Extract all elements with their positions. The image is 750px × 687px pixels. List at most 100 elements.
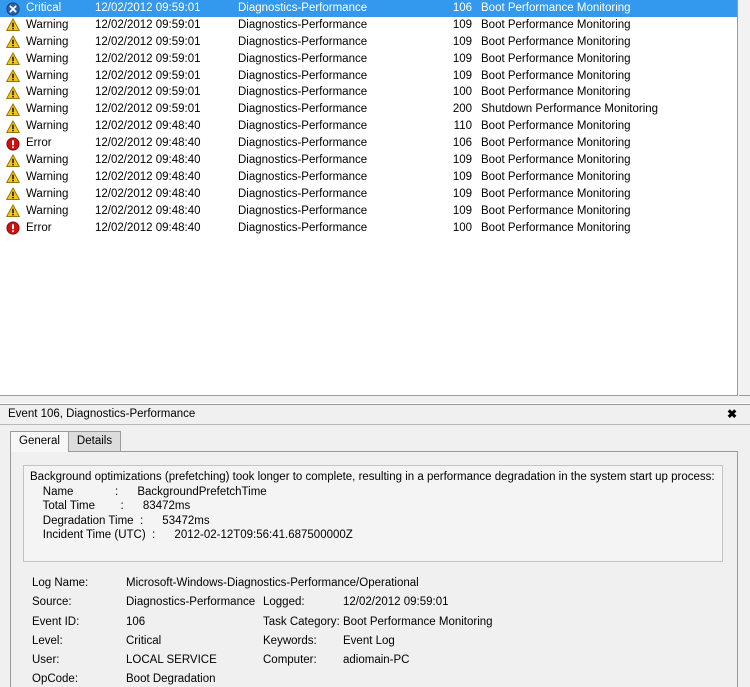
row-source: Diagnostics-Performance xyxy=(238,187,368,200)
metadata-value: LOCAL SERVICE xyxy=(126,654,217,667)
row-task-category: Shutdown Performance Monitoring xyxy=(481,103,659,116)
error-icon xyxy=(6,221,20,235)
row-datetime: 12/02/2012 09:48:40 xyxy=(95,221,201,234)
detail-header: Event 106, Diagnostics-Performance ✖ xyxy=(0,404,750,425)
warning-icon xyxy=(6,17,22,34)
row-task-category: Boot Performance Monitoring xyxy=(481,137,631,150)
event-detail-pane: Event 106, Diagnostics-Performance ✖ Gen… xyxy=(0,403,750,687)
event-viewer-window: Critical 12/02/2012 09:59:01 Diagnostics-P… xyxy=(0,0,750,687)
row-source: Diagnostics-Performance xyxy=(238,170,368,183)
row-task-category: Boot Performance Monitoring xyxy=(481,221,631,234)
table-row[interactable]: Warning 12/02/2012 09:59:01 Diagnostics-Pe… xyxy=(0,51,737,68)
warning-icon xyxy=(6,153,22,170)
row-level: Critical xyxy=(26,2,62,14)
row-datetime: 12/02/2012 09:59:01 xyxy=(95,86,201,99)
metadata-label: Log Name: xyxy=(32,577,89,589)
row-event-id: 106 xyxy=(452,137,472,150)
row-event-id: 100 xyxy=(452,86,472,99)
warning-icon xyxy=(6,102,22,119)
row-level: Warning xyxy=(26,204,69,217)
table-row[interactable]: Warning 12/02/2012 09:59:01 Diagnostics-Pe… xyxy=(0,84,737,101)
row-event-id: 109 xyxy=(452,154,472,167)
tab-general[interactable]: General xyxy=(10,431,69,452)
table-row[interactable]: Warning 12/02/2012 09:59:01 Diagnostics-Pe… xyxy=(0,34,737,51)
warning-icon xyxy=(6,203,22,220)
row-task-category: Boot Performance Monitoring xyxy=(481,204,631,217)
row-task-category: Boot Performance Monitoring xyxy=(481,154,631,167)
row-datetime: 12/02/2012 09:59:01 xyxy=(95,18,201,31)
metadata-value: 106 xyxy=(126,615,146,628)
row-level: Warning xyxy=(26,187,69,200)
event-message-box[interactable]: Background optimizations (prefetching) t… xyxy=(23,465,723,562)
table-row[interactable]: Critical 12/02/2012 09:59:01 Diagnostics-P… xyxy=(0,0,737,17)
row-level: Error xyxy=(26,137,52,150)
metadata-label: User: xyxy=(32,654,60,667)
close-icon[interactable]: ✖ xyxy=(727,407,737,422)
metadata-value: adiomain-PC xyxy=(343,654,410,667)
row-event-id: 109 xyxy=(452,18,472,31)
row-level: Warning xyxy=(26,18,69,31)
metadata-label: Event ID: xyxy=(32,615,80,628)
row-task-category: Boot Performance Monitoring xyxy=(481,35,631,48)
metadata-label: Logged: xyxy=(263,596,305,609)
table-row[interactable]: Warning 12/02/2012 09:48:40 Diagnostics-Pe… xyxy=(0,169,737,186)
row-event-id: 109 xyxy=(452,35,472,48)
row-datetime: 12/02/2012 09:59:01 xyxy=(95,2,201,14)
warning-icon xyxy=(6,86,20,99)
row-level: Warning xyxy=(26,170,69,183)
warning-icon xyxy=(6,35,20,49)
warning-icon xyxy=(6,34,22,51)
error-icon xyxy=(6,137,20,151)
metadata-label: Level: xyxy=(32,634,63,647)
row-level: Warning xyxy=(26,52,69,65)
row-datetime: 12/02/2012 09:59:01 xyxy=(95,103,201,116)
event-message-text: Background optimizations (prefetching) t… xyxy=(30,471,715,542)
metadata-value: Microsoft-Windows-Diagnostics-Performanc… xyxy=(126,577,419,589)
row-event-id: 109 xyxy=(452,204,472,217)
metadata-label: OpCode: xyxy=(32,673,79,686)
row-level: Warning xyxy=(26,69,69,82)
row-task-category: Boot Performance Monitoring xyxy=(481,52,631,65)
critical-icon xyxy=(6,1,20,16)
row-event-id: 109 xyxy=(452,170,472,183)
warning-icon xyxy=(6,52,20,66)
row-task-category: Boot Performance Monitoring xyxy=(481,170,631,183)
row-event-id: 109 xyxy=(452,187,472,200)
warning-icon xyxy=(6,204,20,218)
row-event-id: 109 xyxy=(452,52,472,65)
table-row[interactable]: Error 12/02/2012 09:48:40 Diagnostics-Perf… xyxy=(0,135,737,152)
table-row[interactable]: Warning 12/02/2012 09:59:01 Diagnostics-Pe… xyxy=(0,68,737,85)
row-level: Warning xyxy=(26,35,69,48)
row-level: Warning xyxy=(26,154,69,167)
metadata-label: Task Category: xyxy=(263,615,340,628)
table-row[interactable]: Warning 12/02/2012 09:48:40 Diagnostics-Pe… xyxy=(0,186,737,203)
row-task-category: Boot Performance Monitoring xyxy=(481,18,631,31)
tab-details[interactable]: Details xyxy=(67,431,122,451)
detail-tabs: General Details xyxy=(10,431,122,452)
table-row[interactable]: Warning 12/02/2012 09:48:40 Diagnostics-Pe… xyxy=(0,118,737,135)
row-source: Diagnostics-Performance xyxy=(238,35,368,48)
warning-icon xyxy=(6,18,20,32)
row-level: Error xyxy=(26,221,52,234)
row-event-id: 106 xyxy=(452,2,472,14)
row-source: Diagnostics-Performance xyxy=(238,86,368,99)
metadata-label: Source: xyxy=(32,596,72,609)
row-source: Diagnostics-Performance xyxy=(238,103,368,116)
event-metadata-grid: Log Name: Microsoft-Windows-Diagnostics-P… xyxy=(23,574,723,687)
metadata-label: Computer: xyxy=(263,654,317,667)
warning-icon xyxy=(6,85,22,102)
table-row[interactable]: Warning 12/02/2012 09:59:01 Diagnostics-Pe… xyxy=(0,17,737,34)
metadata-row: User: LOCAL SERVICE Computer: adiomain-PC xyxy=(23,651,723,670)
table-row[interactable]: Error 12/02/2012 09:48:40 Diagnostics-Perf… xyxy=(0,220,737,237)
table-row[interactable]: Warning 12/02/2012 09:48:40 Diagnostics-Pe… xyxy=(0,203,737,220)
table-row[interactable]: Warning 12/02/2012 09:59:01 Diagnostics-Pe… xyxy=(0,101,737,118)
metadata-row: Event ID: 106 Task Category: Boot Performan… xyxy=(23,613,723,632)
event-list[interactable]: Critical 12/02/2012 09:59:01 Diagnostics-P… xyxy=(0,0,738,396)
critical-icon xyxy=(6,1,22,18)
row-source: Diagnostics-Performance xyxy=(238,154,368,167)
table-row[interactable]: Warning 12/02/2012 09:48:40 Diagnostics-Pe… xyxy=(0,152,737,169)
row-source: Diagnostics-Performance xyxy=(238,204,368,217)
row-task-category: Boot Performance Monitoring xyxy=(481,69,631,82)
metadata-value: Critical xyxy=(126,634,162,647)
error-icon xyxy=(6,136,22,153)
